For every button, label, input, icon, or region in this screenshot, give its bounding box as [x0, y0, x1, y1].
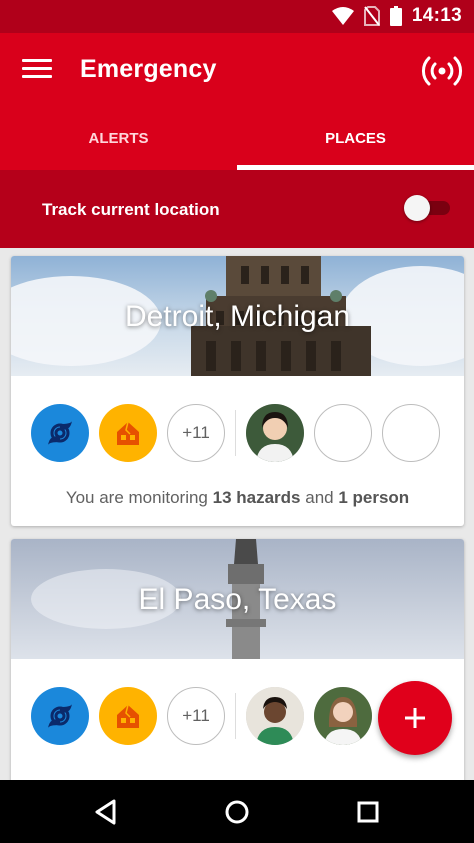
city-photo: El Paso, Texas	[11, 539, 464, 659]
tab-places[interactable]: PLACES	[237, 118, 474, 170]
place-card-detroit[interactable]: Detroit, Michigan +11 You are monitoring…	[11, 256, 464, 526]
menu-icon[interactable]	[22, 59, 52, 81]
system-nav-bar	[0, 780, 474, 843]
hazard-people-row: +11	[31, 404, 450, 462]
home-icon[interactable]	[221, 796, 253, 828]
more-hazards-count[interactable]: +11	[167, 687, 225, 745]
hazard-people-row: +11	[31, 687, 382, 745]
avatar[interactable]	[246, 404, 304, 462]
city-name: Detroit, Michigan	[124, 300, 351, 333]
battery-icon	[389, 6, 402, 26]
house-damage-icon[interactable]	[99, 687, 157, 745]
divider	[235, 410, 236, 456]
city-name: El Paso, Texas	[138, 583, 337, 616]
avatar[interactable]	[314, 687, 372, 745]
wifi-icon	[331, 7, 354, 25]
hurricane-icon[interactable]	[31, 404, 89, 462]
card-body: +11 You are monitoring 13 hazards and 1 …	[11, 376, 464, 526]
app-title: Emergency	[80, 55, 217, 83]
house-damage-icon[interactable]	[99, 404, 157, 462]
empty-person-slot[interactable]	[314, 404, 372, 462]
city-photo: Detroit, Michigan	[11, 256, 464, 376]
toggle-thumb	[404, 195, 430, 221]
plus-icon	[405, 708, 425, 728]
monitoring-summary: You are monitoring 13 hazards and 1 pers…	[65, 488, 410, 507]
tab-bar: ALERTS PLACES	[0, 118, 474, 170]
track-location-row: Track current location	[0, 170, 474, 248]
track-location-toggle[interactable]	[404, 195, 450, 221]
app-bar: Emergency ALERTS PLACES	[0, 33, 474, 170]
hurricane-icon[interactable]	[31, 687, 89, 745]
add-place-button[interactable]	[378, 681, 452, 755]
no-sim-icon	[363, 6, 380, 26]
track-location-label: Track current location	[42, 200, 220, 219]
tab-alerts[interactable]: ALERTS	[0, 118, 237, 170]
back-icon[interactable]	[90, 796, 122, 828]
avatar[interactable]	[246, 687, 304, 745]
divider	[235, 693, 236, 739]
broadcast-icon[interactable]	[420, 49, 464, 93]
recents-icon[interactable]	[352, 796, 384, 828]
status-bar: 14:13	[0, 0, 474, 33]
empty-person-slot[interactable]	[382, 404, 440, 462]
status-icons: 14:13	[331, 5, 462, 27]
clock: 14:13	[411, 5, 462, 26]
more-hazards-count[interactable]: +11	[167, 404, 225, 462]
